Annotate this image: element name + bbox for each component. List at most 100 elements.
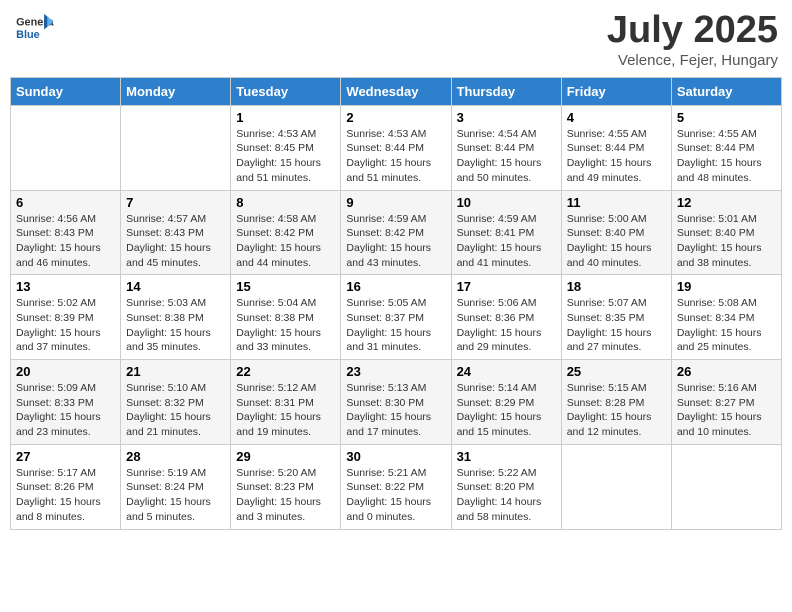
day-number: 1: [236, 110, 335, 125]
day-number: 24: [457, 364, 556, 379]
day-cell-4: 4Sunrise: 4:55 AMSunset: 8:44 PMDaylight…: [561, 105, 671, 190]
day-number: 27: [16, 449, 115, 464]
day-cell-10: 10 Sunrise: 4:59 AMSunset: 8:41 PMDayligh…: [451, 190, 561, 275]
week-row-1: 1Sunrise: 4:53 AMSunset: 8:45 PMDaylight…: [11, 105, 782, 190]
day-cell-24: 24 Sunrise: 5:14 AMSunset: 8:29 PMDayligh…: [451, 360, 561, 445]
day-info: Sunrise: 5:10 AMSunset: 8:32 PMDaylight:…: [126, 381, 225, 440]
day-cell-22: 22 Sunrise: 5:12 AMSunset: 8:31 PMDayligh…: [231, 360, 341, 445]
day-number: 13: [16, 279, 115, 294]
day-number: 22: [236, 364, 335, 379]
day-number: 15: [236, 279, 335, 294]
day-info: Sunrise: 5:17 AMSunset: 8:26 PMDaylight:…: [16, 466, 115, 525]
day-cell-18: 18 Sunrise: 5:07 AMSunset: 8:35 PMDayligh…: [561, 275, 671, 360]
day-cell-16: 16Sunrise: 5:05 AMSunset: 8:37 PMDayligh…: [341, 275, 451, 360]
day-info: Sunrise: 5:03 AMSunset: 8:38 PMDaylight:…: [126, 296, 225, 355]
title-block: July 2025 Velence, Fejer, Hungary: [607, 10, 778, 69]
weekday-header-sunday: Sunday: [11, 77, 121, 105]
day-number: 11: [567, 195, 666, 210]
day-cell-31: 31 Sunrise: 5:22 AMSunset: 8:20 PMDayligh…: [451, 444, 561, 529]
day-info: Sunrise: 5:12 AMSunset: 8:31 PMDaylight:…: [236, 381, 335, 440]
day-info: Sunrise: 4:59 AMSunset: 8:42 PMDaylight:…: [346, 212, 445, 271]
day-number: 30: [346, 449, 445, 464]
day-info: Sunrise: 5:02 AMSunset: 8:39 PMDaylight:…: [16, 296, 115, 355]
day-info: Sunrise: 4:57 AMSunset: 8:43 PMDaylight:…: [126, 212, 225, 271]
day-cell-6: 6 Sunrise: 4:56 AMSunset: 8:43 PMDaylight…: [11, 190, 121, 275]
weekday-header-thursday: Thursday: [451, 77, 561, 105]
day-cell-2: 2Sunrise: 4:53 AMSunset: 8:44 PMDaylight…: [341, 105, 451, 190]
day-cell-11: 11 Sunrise: 5:00 AMSunset: 8:40 PMDayligh…: [561, 190, 671, 275]
day-number: 12: [677, 195, 776, 210]
day-number: 20: [16, 364, 115, 379]
day-info: Sunrise: 4:59 AMSunset: 8:41 PMDaylight:…: [457, 212, 556, 271]
day-cell-30: 30Sunrise: 5:21 AMSunset: 8:22 PMDayligh…: [341, 444, 451, 529]
day-number: 10: [457, 195, 556, 210]
day-cell-26: 26 Sunrise: 5:16 AMSunset: 8:27 PMDayligh…: [671, 360, 781, 445]
weekday-header-wednesday: Wednesday: [341, 77, 451, 105]
day-cell-15: 15 Sunrise: 5:04 AMSunset: 8:38 PMDayligh…: [231, 275, 341, 360]
week-row-5: 27 Sunrise: 5:17 AMSunset: 8:26 PMDayligh…: [11, 444, 782, 529]
day-info: Sunrise: 5:01 AMSunset: 8:40 PMDaylight:…: [677, 212, 776, 271]
week-row-2: 6 Sunrise: 4:56 AMSunset: 8:43 PMDaylight…: [11, 190, 782, 275]
day-cell-28: 28 Sunrise: 5:19 AMSunset: 8:24 PMDayligh…: [121, 444, 231, 529]
day-info: Sunrise: 5:08 AMSunset: 8:34 PMDaylight:…: [677, 296, 776, 355]
day-number: 8: [236, 195, 335, 210]
day-number: 3: [457, 110, 556, 125]
location: Velence, Fejer, Hungary: [607, 52, 778, 69]
day-info: Sunrise: 4:55 AMSunset: 8:44 PMDaylight:…: [677, 127, 776, 186]
day-number: 18: [567, 279, 666, 294]
day-info: Sunrise: 5:19 AMSunset: 8:24 PMDaylight:…: [126, 466, 225, 525]
day-info: Sunrise: 4:58 AMSunset: 8:42 PMDaylight:…: [236, 212, 335, 271]
day-number: 31: [457, 449, 556, 464]
day-info: Sunrise: 4:56 AMSunset: 8:43 PMDaylight:…: [16, 212, 115, 271]
day-info: Sunrise: 5:04 AMSunset: 8:38 PMDaylight:…: [236, 296, 335, 355]
day-info: Sunrise: 5:20 AMSunset: 8:23 PMDaylight:…: [236, 466, 335, 525]
day-cell-19: 19Sunrise: 5:08 AMSunset: 8:34 PMDayligh…: [671, 275, 781, 360]
day-number: 25: [567, 364, 666, 379]
day-number: 26: [677, 364, 776, 379]
day-cell-8: 8 Sunrise: 4:58 AMSunset: 8:42 PMDaylight…: [231, 190, 341, 275]
week-row-4: 20 Sunrise: 5:09 AMSunset: 8:33 PMDayligh…: [11, 360, 782, 445]
weekday-header-row: SundayMondayTuesdayWednesdayThursdayFrid…: [11, 77, 782, 105]
day-info: Sunrise: 5:14 AMSunset: 8:29 PMDaylight:…: [457, 381, 556, 440]
day-number: 23: [346, 364, 445, 379]
day-info: Sunrise: 5:09 AMSunset: 8:33 PMDaylight:…: [16, 381, 115, 440]
logo-icon: General Blue: [14, 10, 54, 45]
day-number: 28: [126, 449, 225, 464]
weekday-header-friday: Friday: [561, 77, 671, 105]
day-cell-12: 12 Sunrise: 5:01 AMSunset: 8:40 PMDayligh…: [671, 190, 781, 275]
day-info: Sunrise: 5:22 AMSunset: 8:20 PMDaylight:…: [457, 466, 556, 525]
day-cell-1: 1Sunrise: 4:53 AMSunset: 8:45 PMDaylight…: [231, 105, 341, 190]
day-info: Sunrise: 5:07 AMSunset: 8:35 PMDaylight:…: [567, 296, 666, 355]
day-number: 7: [126, 195, 225, 210]
calendar-table: SundayMondayTuesdayWednesdayThursdayFrid…: [10, 77, 782, 530]
day-cell-9: 9 Sunrise: 4:59 AMSunset: 8:42 PMDaylight…: [341, 190, 451, 275]
day-number: 17: [457, 279, 556, 294]
logo: General Blue: [14, 10, 56, 45]
day-cell-3: 3Sunrise: 4:54 AMSunset: 8:44 PMDaylight…: [451, 105, 561, 190]
day-info: Sunrise: 5:06 AMSunset: 8:36 PMDaylight:…: [457, 296, 556, 355]
week-row-3: 13 Sunrise: 5:02 AMSunset: 8:39 PMDayligh…: [11, 275, 782, 360]
day-number: 6: [16, 195, 115, 210]
day-info: Sunrise: 4:55 AMSunset: 8:44 PMDaylight:…: [567, 127, 666, 186]
day-info: Sunrise: 4:53 AMSunset: 8:44 PMDaylight:…: [346, 127, 445, 186]
empty-cell: [121, 105, 231, 190]
empty-cell: [671, 444, 781, 529]
day-cell-27: 27 Sunrise: 5:17 AMSunset: 8:26 PMDayligh…: [11, 444, 121, 529]
weekday-header-tuesday: Tuesday: [231, 77, 341, 105]
day-cell-25: 25 Sunrise: 5:15 AMSunset: 8:28 PMDayligh…: [561, 360, 671, 445]
weekday-header-monday: Monday: [121, 77, 231, 105]
day-number: 9: [346, 195, 445, 210]
day-cell-13: 13 Sunrise: 5:02 AMSunset: 8:39 PMDayligh…: [11, 275, 121, 360]
day-info: Sunrise: 5:16 AMSunset: 8:27 PMDaylight:…: [677, 381, 776, 440]
empty-cell: [561, 444, 671, 529]
day-cell-21: 21 Sunrise: 5:10 AMSunset: 8:32 PMDayligh…: [121, 360, 231, 445]
day-info: Sunrise: 5:00 AMSunset: 8:40 PMDaylight:…: [567, 212, 666, 271]
svg-text:Blue: Blue: [16, 29, 40, 41]
day-info: Sunrise: 5:15 AMSunset: 8:28 PMDaylight:…: [567, 381, 666, 440]
day-cell-20: 20 Sunrise: 5:09 AMSunset: 8:33 PMDayligh…: [11, 360, 121, 445]
day-number: 5: [677, 110, 776, 125]
day-number: 21: [126, 364, 225, 379]
day-number: 29: [236, 449, 335, 464]
day-info: Sunrise: 5:13 AMSunset: 8:30 PMDaylight:…: [346, 381, 445, 440]
day-info: Sunrise: 5:05 AMSunset: 8:37 PMDaylight:…: [346, 296, 445, 355]
